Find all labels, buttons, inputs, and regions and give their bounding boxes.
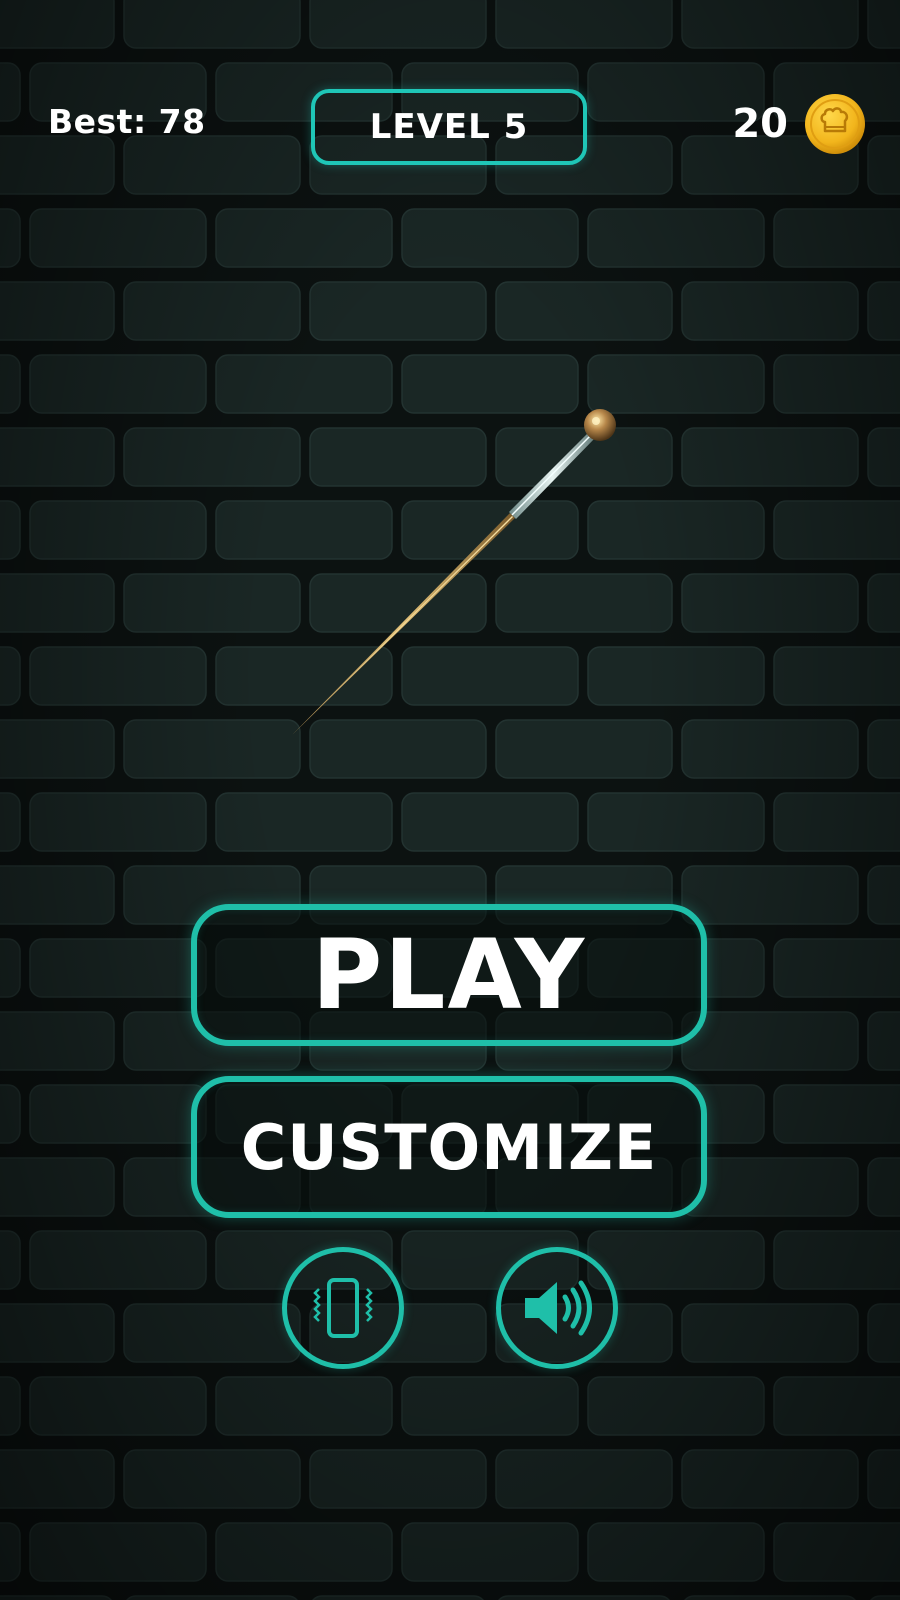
customize-button[interactable]: CUSTOMIZE <box>191 1076 707 1218</box>
play-button[interactable]: PLAY <box>191 904 707 1046</box>
coin-counter: 20 <box>732 93 866 155</box>
play-label: PLAY <box>311 919 587 1031</box>
coin-count: 20 <box>732 101 788 147</box>
game-screen: Best: 78 LEVEL 5 20 PLAY CUSTOMIZE <box>0 0 900 1600</box>
phone-vibrate-icon <box>313 1278 373 1338</box>
customize-label: CUSTOMIZE <box>240 1110 658 1184</box>
level-label: LEVEL 5 <box>369 107 529 147</box>
level-indicator: LEVEL 5 <box>311 89 587 165</box>
speaker-sound-on-icon <box>525 1280 592 1336</box>
vibration-toggle-button[interactable] <box>282 1247 404 1369</box>
best-score: Best: 78 <box>48 102 206 141</box>
chef-hat-coin-icon <box>805 94 865 154</box>
brick-wall-background <box>0 0 900 1600</box>
sound-toggle-button[interactable] <box>496 1247 618 1369</box>
